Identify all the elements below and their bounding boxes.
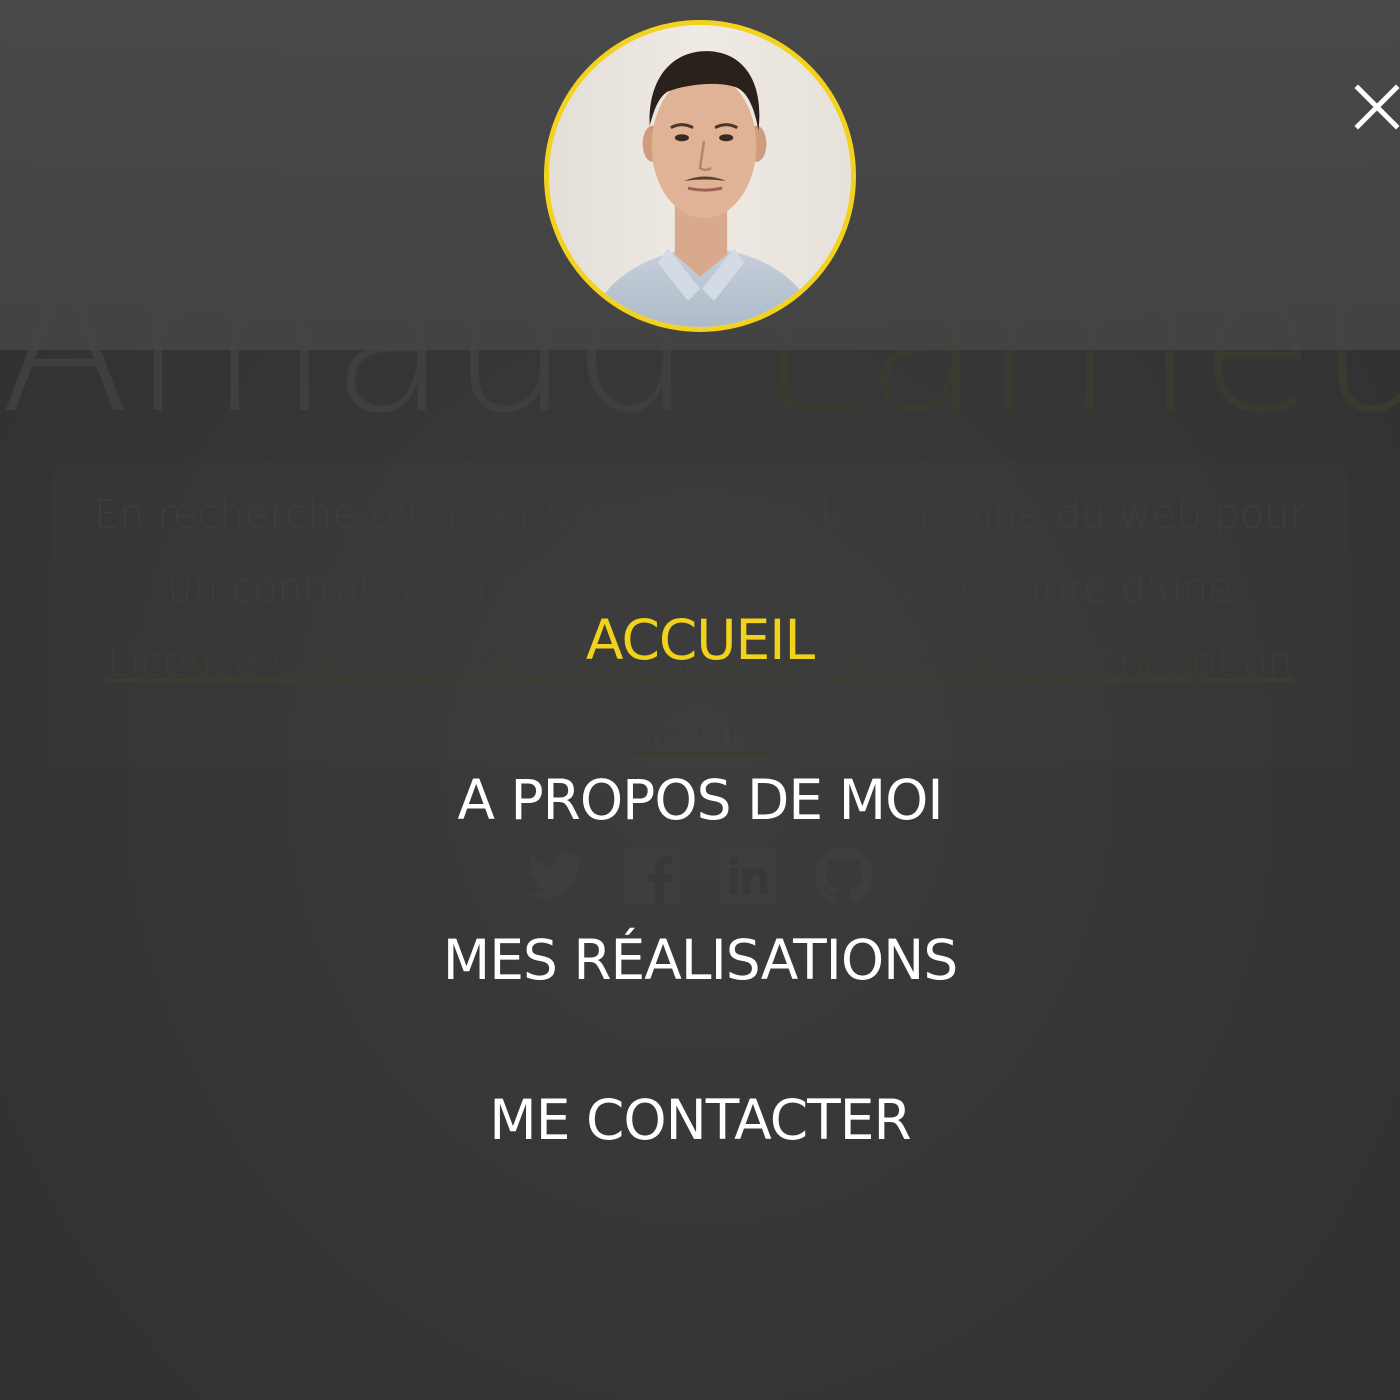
nav-link-realisations[interactable]: MES RÉALISATIONS (443, 920, 959, 1000)
overlay-nav-menu: ACCUEIL A PROPOS DE MOI MES RÉALISATIONS… (0, 600, 1400, 1240)
page: Arnaud Larrieu En recherche d'une entrep… (0, 0, 1400, 1400)
menu-item-realisations: MES RÉALISATIONS (0, 920, 1400, 1080)
nav-link-a-propos[interactable]: A PROPOS DE MOI (457, 760, 943, 840)
menu-item-a-propos: A PROPOS DE MOI (0, 760, 1400, 920)
intro-text: En recherche d'une entreprise dans le do… (94, 492, 1306, 612)
close-icon[interactable] (1352, 82, 1400, 130)
menu-item-contact: ME CONTACTER (0, 1080, 1400, 1240)
avatar (544, 20, 856, 332)
nav-link-accueil[interactable]: ACCUEIL (586, 600, 815, 680)
avatar-portrait (549, 25, 851, 327)
nav-link-contact[interactable]: ME CONTACTER (489, 1080, 911, 1160)
menu-item-accueil: ACCUEIL (0, 600, 1400, 760)
